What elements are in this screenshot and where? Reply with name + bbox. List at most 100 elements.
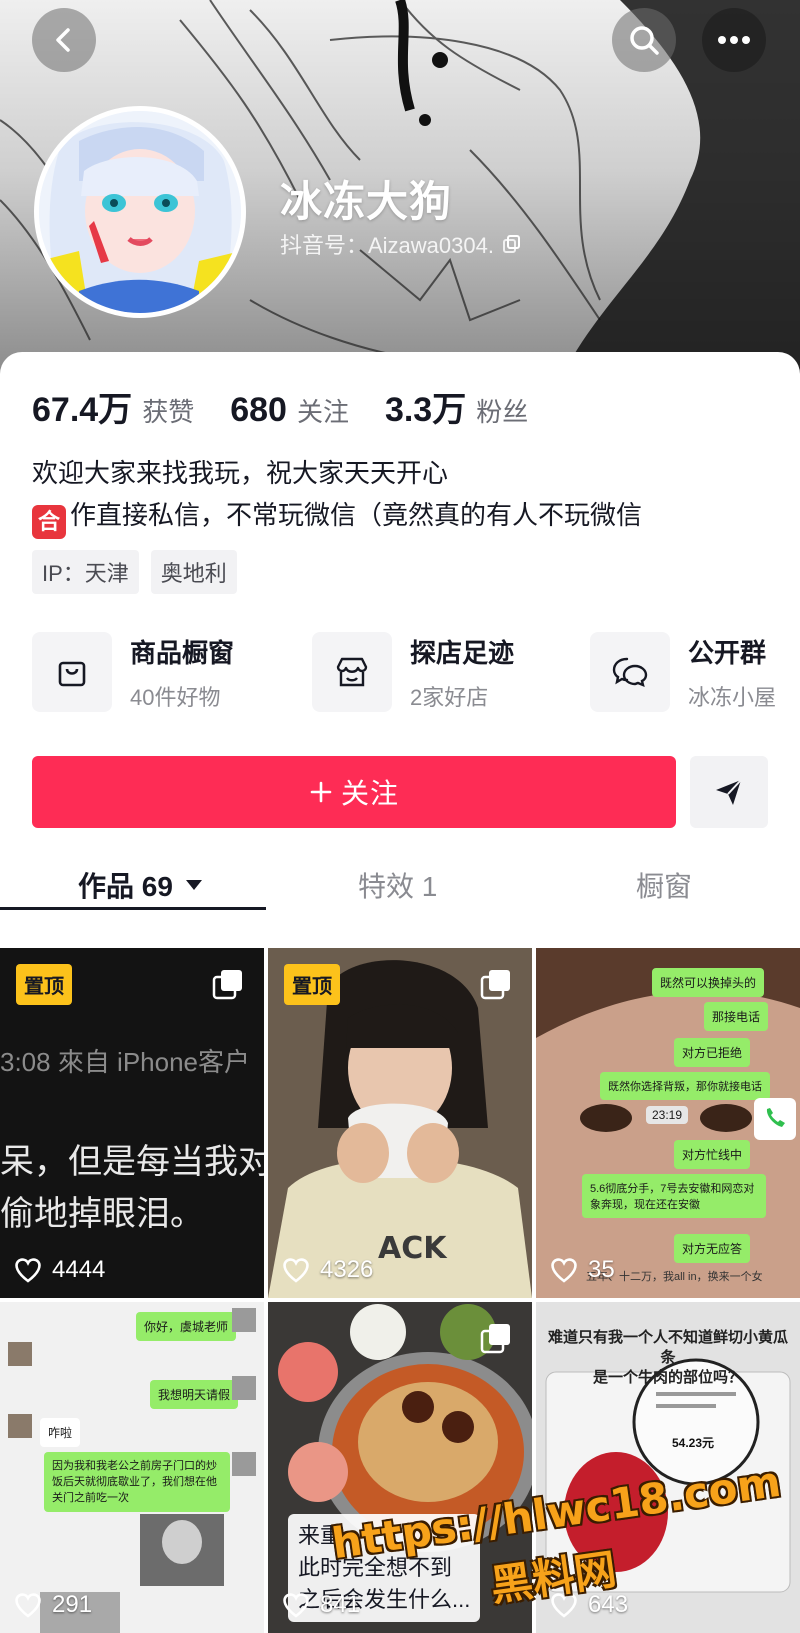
multi-image-icon [480,1324,510,1354]
search-icon [630,26,659,55]
douyin-id[interactable]: 抖音号：Aizawa0304. [280,228,522,260]
service-public-group-title: 公开群 [688,637,767,668]
video-1-likes: 4444 [14,1256,105,1284]
service-public-group-sub: 冰冻小屋 [688,684,777,710]
more-icon [718,36,750,44]
avatar-illustration [39,111,241,313]
video-tile-2[interactable]: ACK 置顶 4326 [268,948,532,1298]
store-icon [336,657,368,687]
video-1-likes-count: 4444 [52,1256,106,1283]
he-emoji-badge: 合 [32,505,66,539]
profile-tags: IP：天津 奥地利 [32,550,237,594]
service-shop-window-icon-box [32,632,112,712]
tab-shop-window[interactable]: 橱窗 [636,852,692,918]
service-shop-window-title: 商品橱窗 [130,637,235,668]
chat-timestamp: 23:19 [646,1106,689,1124]
multi-image-icon [480,970,510,1000]
heart-icon [283,1593,309,1618]
tab-effects[interactable]: 特效 1 [358,852,437,918]
stat-followers-label: 粉丝 [476,397,529,427]
send-icon [716,779,742,805]
chat-bubble: 既然可以换掉头的 [652,968,765,997]
service-store-visits-icon-box [312,632,392,712]
follow-button-label: 关注 [340,778,399,809]
dropdown-triangle-icon [185,880,202,890]
nickname: 冰冻大狗 [280,178,453,225]
svg-text:ACK: ACK [378,1231,448,1266]
service-public-group-icon-box [590,632,670,712]
video-6-caption: 难道只有我一个人不知道鲜切小黄瓜条 是一个牛肉的部位吗？ [548,1328,788,1388]
video-6-caption-line-1: 难道只有我一个人不知道鲜切小黄瓜条 [548,1329,789,1366]
heart-icon [551,1258,577,1283]
video-1-text-1: 3:08 來自 iPhone客户 [0,1047,251,1077]
chat-bubble: 对方忙线中 [674,1140,751,1169]
services-row: 商品橱窗 40件好物 探店足迹 2家好店 公开群 冰冻小屋 [32,632,800,712]
copy-icon[interactable] [502,234,522,254]
bio-line-2-text: 作直接私信，不常玩微信（竟然真的有人不玩微信 [70,500,643,530]
stat-followers-value: 3.3万 [384,391,467,429]
back-button[interactable] [32,8,96,72]
stat-likes-value: 67.4万 [32,391,133,429]
active-tab-indicator [0,907,266,910]
chat-bubble: 那接电话 [704,1002,769,1031]
chat-bubble: 5.6彻底分手，7号去安徽和网恋对象奔现，现在还在安徽 [582,1174,766,1218]
phone-call-icon [754,1098,796,1140]
video-5-likes-count: 841 [320,1591,361,1618]
stats-row: 67.4万 获赞 680 关注 3.3万 粉丝 [32,382,564,431]
search-button[interactable] [612,8,676,72]
message-button[interactable] [690,756,768,828]
video-4-likes: 291 [14,1591,92,1619]
follow-button[interactable]: 关注 [32,756,676,828]
video-6-caption-line-2: 是一个牛肉的部位吗？ [592,1369,743,1386]
heart-icon [283,1258,309,1283]
stat-following[interactable]: 680 关注 [230,391,349,430]
video-1-text-3: 偷地掉眼泪。 [0,1195,204,1233]
bio-line-2: 合作直接私信，不常玩微信（竟然真的有人不玩微信 [32,494,642,539]
heart-icon [15,1258,41,1283]
service-shop-window[interactable]: 商品橱窗 40件好物 [32,632,234,712]
chat-bubble: 对方已拒绝 [674,1038,751,1067]
video-grid: 3:08 來自 iPhone客户 呆，但是每当我对 偷地掉眼泪。 置顶 4444… [0,948,800,1633]
video-tile-3[interactable]: 既然可以换掉头的 那接电话 对方已拒绝 既然你选择背叛，那你就接电话 23:19… [536,948,800,1298]
shopping-bag-icon [58,661,86,687]
back-icon [56,28,70,52]
plus-icon [310,781,332,803]
video-4-thumbnail [8,1308,256,1633]
video-1-text-2: 呆，但是每当我对 [0,1143,264,1181]
stat-following-label: 关注 [296,397,349,427]
avatar[interactable] [34,106,246,318]
profile-header: 冰冻大狗 抖音号：Aizawa0304. [0,0,800,380]
service-store-visits[interactable]: 探店足迹 2家好店 [312,632,514,712]
video-2-likes: 4326 [282,1256,373,1284]
heart-icon [15,1593,41,1618]
multi-image-icon [212,970,242,1000]
pinned-badge: 置顶 [16,964,72,1005]
video-tile-4[interactable]: 你好，虞城老师 我想明天请假 咋啦 因为我和我老公之前房子门口的炒饭后天就彻底歇… [0,1302,264,1633]
bio: 欢迎大家来找我玩，祝大家天天开心 合作直接私信，不常玩微信（竟然真的有人不玩微信 [32,452,642,539]
service-store-visits-sub: 2家好店 [410,684,489,710]
video-tile-1[interactable]: 3:08 來自 iPhone客户 呆，但是每当我对 偷地掉眼泪。 置顶 4444 [0,948,264,1298]
stat-following-value: 680 [230,391,287,429]
pinned-badge: 置顶 [284,964,340,1005]
tab-works-label: 作品 69 [78,871,173,902]
service-public-group[interactable]: 公开群 冰冻小屋 [590,632,776,712]
video-6-price: 54.23元 [672,1436,715,1450]
video-4-likes-count: 291 [52,1591,93,1618]
chat-bubble: 对方无应答 [674,1234,751,1263]
chat-bubble: 既然你选择背叛，那你就接电话 [600,1072,770,1100]
service-shop-window-sub: 40件好物 [130,684,221,710]
stat-likes[interactable]: 67.4万 获赞 [32,382,194,431]
stat-likes-label: 获赞 [142,397,195,427]
video-2-likes-count: 4326 [320,1256,374,1283]
tab-effects-label: 特效 1 [358,871,438,902]
video-3-likes-count: 35 [588,1256,615,1283]
stat-followers[interactable]: 3.3万 粉丝 [385,382,528,431]
video-5-likes: 841 [282,1591,360,1619]
bio-line-1: 欢迎大家来找我玩，祝大家天天开心 [32,458,449,488]
tag-location: 奥地利 [150,550,237,594]
tag-ip: IP：天津 [32,550,139,594]
tab-shop-window-label: 橱窗 [636,871,693,902]
video-3-likes: 35 [550,1256,615,1284]
chat-bubbles-icon [612,657,648,687]
more-button[interactable] [702,8,766,72]
